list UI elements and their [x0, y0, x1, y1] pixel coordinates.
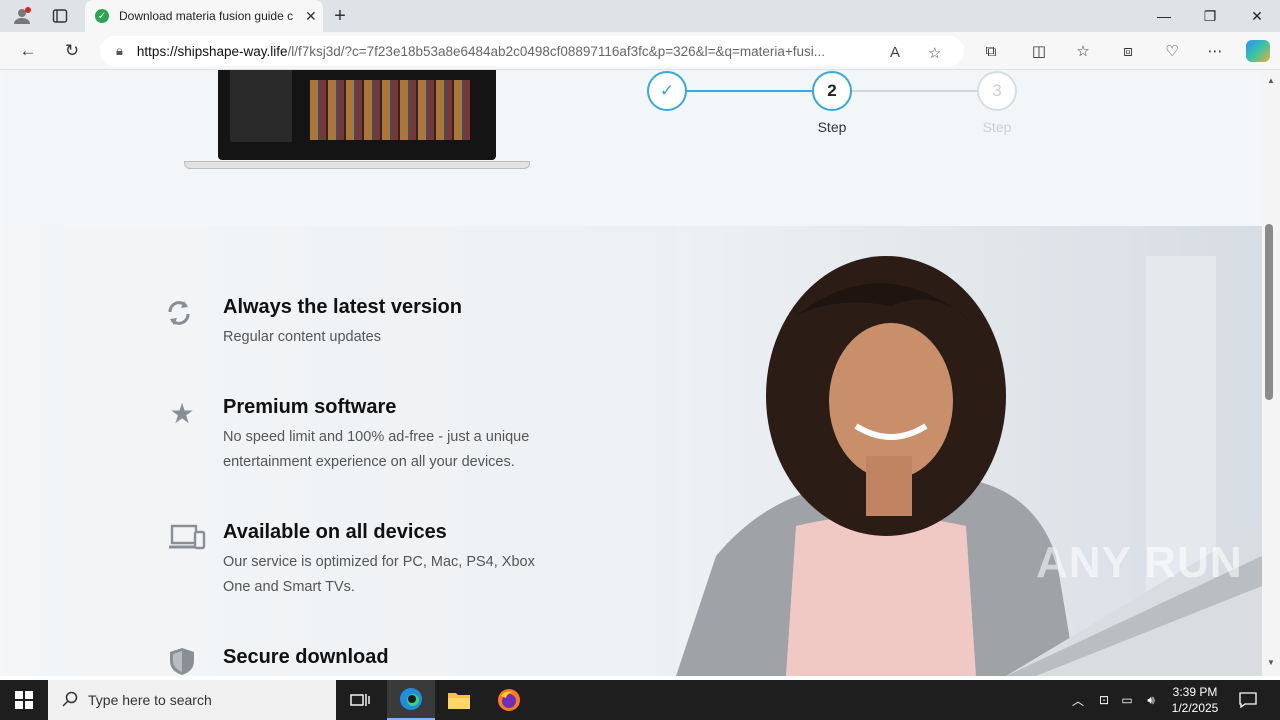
- step-2-label: Step: [817, 119, 847, 135]
- star-icon: ★: [169, 397, 195, 429]
- browser-essentials-icon[interactable]: ♡: [1161, 40, 1183, 62]
- collections-icon[interactable]: ⧈: [1117, 40, 1139, 62]
- scroll-up-icon[interactable]: ▲: [1263, 76, 1279, 85]
- windows-taskbar: Type here to search ︿ ⊡ ▭ 🔊︎ 3:39 PM 1/2…: [0, 680, 1280, 720]
- back-button[interactable]: ←: [16, 40, 40, 62]
- step-connector: [852, 90, 978, 92]
- feature-description: Regular content updates: [223, 329, 381, 345]
- feature-description: Our service is optimized for PC, Mac, PS…: [223, 554, 535, 595]
- feature-description: No speed limit and 100% ad-free - just a…: [223, 429, 530, 470]
- tab-actions-icon[interactable]: [50, 6, 70, 26]
- browser-titlebar: ✓ Download materia fusion guide c ✕ + — …: [0, 0, 1280, 32]
- url-path: /l/f7ksj3d/?c=7f23e18b53a8e6484ab2c0498c…: [287, 43, 826, 59]
- address-bar[interactable]: 🔒︎ https://shipshape-way.life /l/f7ksj3d…: [100, 36, 964, 66]
- task-view-icon[interactable]: [336, 680, 384, 720]
- profile-icon[interactable]: [12, 6, 32, 26]
- hero-section: ✓ 2 Step 3 Step: [4, 70, 1262, 226]
- feature-title: Always the latest version: [223, 296, 462, 318]
- refresh-button[interactable]: ↻: [60, 40, 84, 62]
- file-explorer-icon[interactable]: [435, 680, 483, 720]
- step-connector: [686, 90, 814, 92]
- favorite-star-icon[interactable]: ☆: [928, 44, 941, 62]
- shield-icon: [167, 646, 197, 676]
- tab-title: Download materia fusion guide c: [119, 9, 294, 23]
- refresh-icon: [164, 298, 194, 328]
- feature-title: Secure download: [223, 646, 389, 668]
- laptop-screen-image: [218, 70, 496, 160]
- extensions-icon[interactable]: ⧉: [980, 40, 1002, 62]
- firefox-icon[interactable]: [485, 680, 533, 720]
- taskbar-search-input[interactable]: Type here to search: [48, 680, 336, 720]
- split-screen-icon[interactable]: ◫: [1028, 40, 1050, 62]
- feature-title: Available on all devices: [223, 521, 447, 543]
- lock-icon[interactable]: 🔒︎: [116, 43, 123, 59]
- tray-chevron-icon[interactable]: ︿: [1068, 680, 1088, 720]
- search-icon: [62, 691, 78, 710]
- copilot-icon[interactable]: [1246, 40, 1270, 62]
- step-2-circle: 2: [812, 71, 852, 111]
- edge-taskbar-icon[interactable]: [387, 680, 435, 720]
- watermark-logo: ANY RUN: [1036, 538, 1243, 587]
- favorites-icon[interactable]: ☆: [1072, 40, 1094, 62]
- new-tab-icon[interactable]: +: [330, 5, 350, 27]
- read-aloud-icon[interactable]: A: [890, 44, 900, 61]
- tab-close-icon[interactable]: ✕: [305, 8, 317, 25]
- minimize-button[interactable]: —: [1141, 0, 1187, 32]
- network-icon[interactable]: ▭: [1117, 680, 1137, 720]
- more-menu-icon[interactable]: ⋯: [1204, 40, 1226, 62]
- devices-icon: [168, 522, 206, 552]
- step-2-number: 2: [827, 81, 837, 100]
- feature-title: Premium software: [223, 396, 397, 418]
- features-section: Always the latest version Regular conten…: [4, 226, 1262, 676]
- search-placeholder: Type here to search: [88, 692, 212, 708]
- clock-date: 1/2/2025: [1171, 701, 1219, 715]
- laptop-base-image: [184, 161, 530, 169]
- restore-button[interactable]: ❐: [1187, 0, 1233, 32]
- windows-start-icon[interactable]: [0, 680, 48, 720]
- step-3-number: 3: [992, 81, 1002, 100]
- step-3-label: Step: [982, 119, 1012, 135]
- taskbar-clock[interactable]: 3:39 PM 1/2/2025: [1162, 684, 1228, 716]
- volume-icon[interactable]: 🔊︎: [1141, 680, 1161, 720]
- url-host: https://shipshape-way.life: [136, 43, 288, 59]
- step-1-check-icon: ✓: [647, 71, 687, 111]
- scroll-thumb[interactable]: [1265, 224, 1273, 400]
- active-tab[interactable]: ✓ Download materia fusion guide c ✕: [85, 0, 323, 32]
- clock-time: 3:39 PM: [1172, 685, 1218, 699]
- tray-device-icon[interactable]: ⊡: [1094, 680, 1114, 720]
- close-window-button[interactable]: ✕: [1234, 0, 1280, 32]
- scroll-down-icon[interactable]: ▼: [1263, 658, 1279, 667]
- site-favicon-icon: ✓: [95, 9, 109, 23]
- woman-with-laptop-image: [676, 226, 1262, 676]
- notifications-icon[interactable]: [1236, 680, 1260, 720]
- step-3-circle: 3: [977, 71, 1017, 111]
